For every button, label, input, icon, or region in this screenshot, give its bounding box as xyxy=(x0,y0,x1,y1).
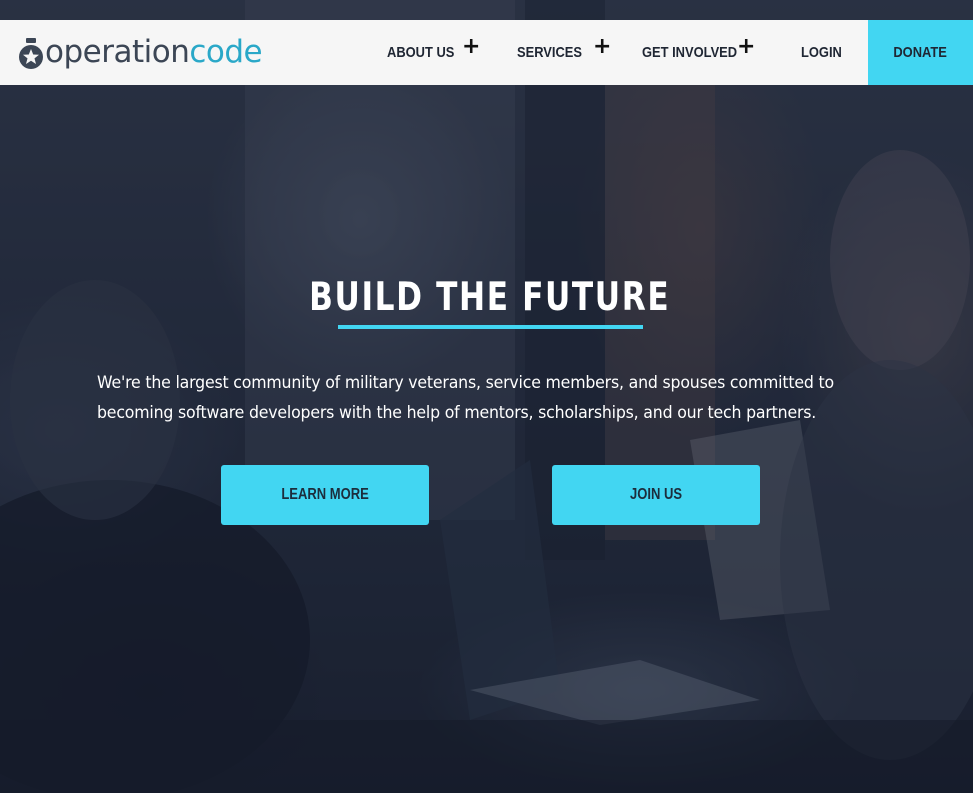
nav-login-label: LOGIN xyxy=(801,44,842,61)
nav-about-us-label: ABOUT US xyxy=(387,44,455,61)
learn-more-button-label: LEARN MORE xyxy=(281,486,369,503)
learn-more-button[interactable]: LEARN MORE xyxy=(221,465,429,525)
page: operationcode ABOUT US + SERVICES + GET … xyxy=(0,0,973,793)
nav-get-involved-label: GET INVOLVED xyxy=(642,44,738,61)
operationcode-logo[interactable]: operationcode xyxy=(18,20,263,85)
hero-title-underline xyxy=(338,325,643,329)
nav-services[interactable]: SERVICES xyxy=(517,20,593,85)
hero-title-text: BUILD THE FUTURE xyxy=(309,275,671,320)
join-us-button[interactable]: JOIN US xyxy=(552,465,760,525)
about-us-expand-plus-icon[interactable]: + xyxy=(462,36,480,58)
star-medal-icon xyxy=(19,37,43,69)
get-involved-expand-plus-icon[interactable]: + xyxy=(737,36,755,58)
hero-title: BUILD THE FUTURE xyxy=(0,276,973,320)
nav-login[interactable]: LOGIN xyxy=(801,20,849,85)
nav-services-label: SERVICES xyxy=(517,44,583,61)
logo-text-code: code xyxy=(189,34,263,70)
donate-button[interactable]: DONATE xyxy=(868,20,973,85)
nav-about-us[interactable]: ABOUT US xyxy=(387,20,465,85)
services-expand-plus-icon[interactable]: + xyxy=(593,36,611,58)
hero-description: We're the largest community of military … xyxy=(97,368,877,428)
logo-text-operation: operation xyxy=(45,34,190,70)
top-navbar: operationcode ABOUT US + SERVICES + GET … xyxy=(0,20,973,85)
donate-button-label: DONATE xyxy=(893,44,948,61)
join-us-button-label: JOIN US xyxy=(629,486,683,503)
nav-get-involved[interactable]: GET INVOLVED xyxy=(642,20,753,85)
hero-description-text: We're the largest community of military … xyxy=(97,373,834,422)
